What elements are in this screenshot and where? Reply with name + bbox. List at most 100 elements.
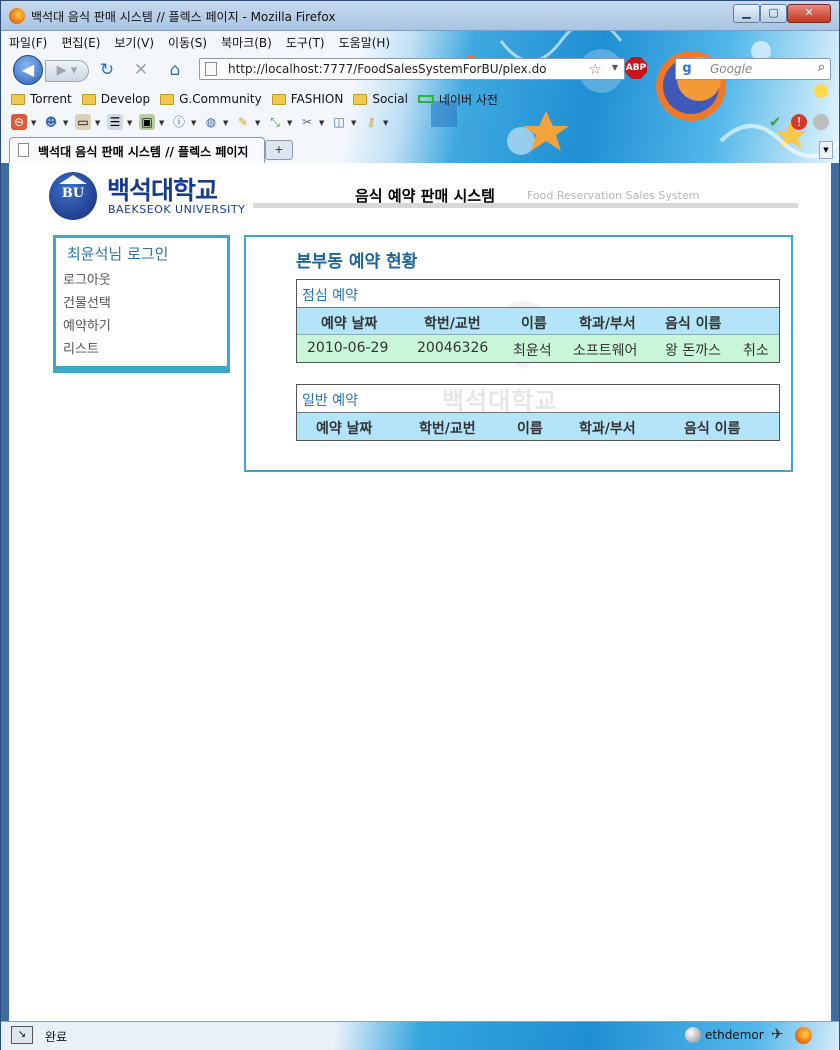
bookmark-fashion[interactable]: FASHION <box>271 89 343 109</box>
bookmark-develop[interactable]: Develop <box>81 89 150 109</box>
image-icon[interactable]: ▣ <box>139 114 155 130</box>
bookmark-g-community[interactable]: G.Community <box>160 89 262 109</box>
back-button[interactable]: ◀ <box>13 55 43 85</box>
header-name: 이름 <box>517 421 543 437</box>
satellite-icon[interactable]: ✈ <box>771 1025 784 1043</box>
dropdown-arrow-icon[interactable]: ▼ <box>95 119 100 127</box>
forward-button[interactable]: ▶ ▾ <box>45 60 89 82</box>
logout-link[interactable]: 로그아웃 <box>63 269 111 288</box>
tab-list-button[interactable]: ▼ <box>819 141 833 159</box>
browser-chrome: 파일(F) 편집(E) 보기(V) 이동(S) 북마크(B) 도구(T) 도움말… <box>1 31 839 163</box>
menu-help[interactable]: 도움말(H) <box>339 34 391 52</box>
general-reservation-table: 일반 예약 예약 날짜 학번/교번 이름 학과/부서 음식 이름 <box>296 384 780 441</box>
emblem-cap <box>59 175 87 184</box>
cell-date: 2010-06-29 <box>307 340 389 356</box>
menu-edit[interactable]: 편집(E) <box>61 34 100 52</box>
block-icon[interactable]: ⊖ <box>11 114 27 130</box>
options-icon[interactable]: ⚷ <box>363 114 379 130</box>
window-title: 백석대 음식 판매 시스템 // 플렉스 페이지 - Mozilla Firef… <box>31 10 336 24</box>
close-button[interactable]: ✕ <box>787 4 831 23</box>
menu-bookmarks[interactable]: 북마크(B) <box>221 34 272 52</box>
login-sidebar: 최윤석님 로그인 로그아웃 건물선택 예약하기 리스트 <box>53 235 230 373</box>
globe-icon[interactable] <box>685 1027 701 1043</box>
header-date: 예약 날짜 <box>316 421 373 437</box>
misc-icon[interactable]: ◍ <box>203 114 219 130</box>
stop-icon[interactable]: ✕ <box>131 60 151 80</box>
header-food: 음식 이름 <box>665 316 722 332</box>
bookmark-torrent[interactable]: Torrent <box>11 89 72 109</box>
dropdown-arrow-icon[interactable]: ▼ <box>191 119 196 127</box>
make-reservation-link[interactable]: 예약하기 <box>63 315 111 334</box>
dropdown-arrow-icon[interactable]: ▼ <box>127 119 132 127</box>
status-toggle-icon[interactable]: ↘ <box>11 1026 33 1044</box>
header-id: 학번/교번 <box>419 421 476 437</box>
google-icon[interactable]: g <box>679 61 695 77</box>
home-icon[interactable]: ⌂ <box>165 60 185 80</box>
resize-icon[interactable]: ⤡ <box>267 114 283 130</box>
cell-id: 20046326 <box>417 340 489 356</box>
header-divider <box>253 203 798 208</box>
error-icon[interactable]: ! <box>791 114 807 130</box>
dropdown-arrow-icon[interactable]: ▼ <box>255 119 260 127</box>
header-dept: 학과/부서 <box>579 316 636 332</box>
maximize-button[interactable]: ▢ <box>760 4 787 23</box>
outline-icon[interactable]: ✎ <box>235 114 251 130</box>
tab-current[interactable]: 백석대 음식 판매 시스템 // 플렉스 페이지 <box>9 137 265 163</box>
url-bar[interactable]: http://localhost:7777/FoodSalesSystemFor… <box>199 58 625 80</box>
header-dept: 학과/부서 <box>579 421 636 437</box>
adblock-plus-icon[interactable]: ABP <box>625 57 647 79</box>
header-food: 음식 이름 <box>684 421 741 437</box>
status-user[interactable]: ethdemor <box>705 1028 764 1042</box>
chevron-down-icon: ▼ <box>823 146 829 154</box>
check-icon[interactable]: ✔ <box>767 114 783 130</box>
firefox-icon <box>9 8 25 24</box>
url-text: http://localhost:7777/FoodSalesSystemFor… <box>228 62 547 76</box>
menu-tools[interactable]: 도구(T) <box>286 34 325 52</box>
cancel-button[interactable]: 취소 <box>743 340 769 360</box>
search-icon[interactable]: ⌕ <box>818 60 825 75</box>
reservation-status-panel: 백석대학교 본부동 예약 현황 점심 예약 예약 날짜 학번/교번 이름 학과/… <box>244 235 793 472</box>
dropdown-arrow-icon[interactable]: ▼ <box>319 119 324 127</box>
dropdown-arrow-icon[interactable]: ▼ <box>31 119 36 127</box>
menu-go[interactable]: 이동(S) <box>168 34 207 52</box>
dropdown-arrow-icon[interactable]: ▼ <box>383 119 388 127</box>
view-source-icon[interactable]: ◫ <box>331 114 347 130</box>
university-emblem-icon: BU <box>49 172 97 220</box>
minimize-button[interactable]: ▁ <box>733 4 760 23</box>
panel-title: 본부동 예약 현황 <box>296 252 418 272</box>
navigation-toolbar: ◀ ▶ ▾ ↻ ✕ ⌂ http://localhost:7777/FoodSa… <box>11 53 831 85</box>
bookmark-social[interactable]: Social <box>353 89 408 109</box>
reload-icon[interactable]: ↻ <box>97 60 117 80</box>
user-icon[interactable]: ☻ <box>43 114 59 130</box>
tab-label: 백석대 음식 판매 시스템 // 플렉스 페이지 <box>38 145 249 159</box>
table-row: 2010-06-29 20046326 최윤석 소프트웨어 왕 돈까스 취소 <box>297 335 779 362</box>
search-bar[interactable]: g Google ⌕ <box>675 58 831 80</box>
url-dropdown-icon[interactable]: ▼ <box>612 63 618 72</box>
dropdown-arrow-icon[interactable]: ▼ <box>159 119 164 127</box>
dropdown-arrow-icon[interactable]: ▼ <box>351 119 356 127</box>
dropdown-arrow-icon[interactable]: ▼ <box>63 119 68 127</box>
status-dot-icon[interactable] <box>813 114 829 130</box>
bookmarks-toolbar: Torrent Develop G.Community FASHION Soci… <box>11 89 508 109</box>
university-logo[interactable]: BU 백석대학교 BAEKSEOK UNIVERSITY <box>49 169 245 220</box>
new-tab-button[interactable]: + <box>265 140 293 160</box>
tab-strip: 백석대 음식 판매 시스템 // 플렉스 페이지 + ▼ <box>1 135 839 163</box>
cookie-icon[interactable]: ▭ <box>75 114 91 130</box>
firefox-status-icon[interactable] <box>795 1027 812 1044</box>
folder-icon <box>353 93 368 105</box>
dropdown-arrow-icon[interactable]: ▼ <box>223 119 228 127</box>
folder-icon <box>81 93 96 105</box>
cell-dept: 소프트웨어 <box>573 343 638 359</box>
info-icon[interactable]: ⓘ <box>171 114 187 130</box>
bookmark-naver-dictionary[interactable]: 네이버 사전 <box>417 89 498 109</box>
select-building-link[interactable]: 건물선택 <box>63 292 111 311</box>
dropdown-arrow-icon[interactable]: ▼ <box>287 119 292 127</box>
table-caption: 일반 예약 <box>297 385 779 413</box>
list-link[interactable]: 리스트 <box>63 338 99 357</box>
header-id: 학번/교번 <box>424 316 481 332</box>
menu-file[interactable]: 파일(F) <box>9 34 47 52</box>
tools-icon[interactable]: ✂ <box>299 114 315 130</box>
bookmark-star-icon[interactable]: ☆ <box>589 60 602 78</box>
form-icon[interactable]: ☰ <box>107 114 123 130</box>
menu-view[interactable]: 보기(V) <box>114 34 154 52</box>
